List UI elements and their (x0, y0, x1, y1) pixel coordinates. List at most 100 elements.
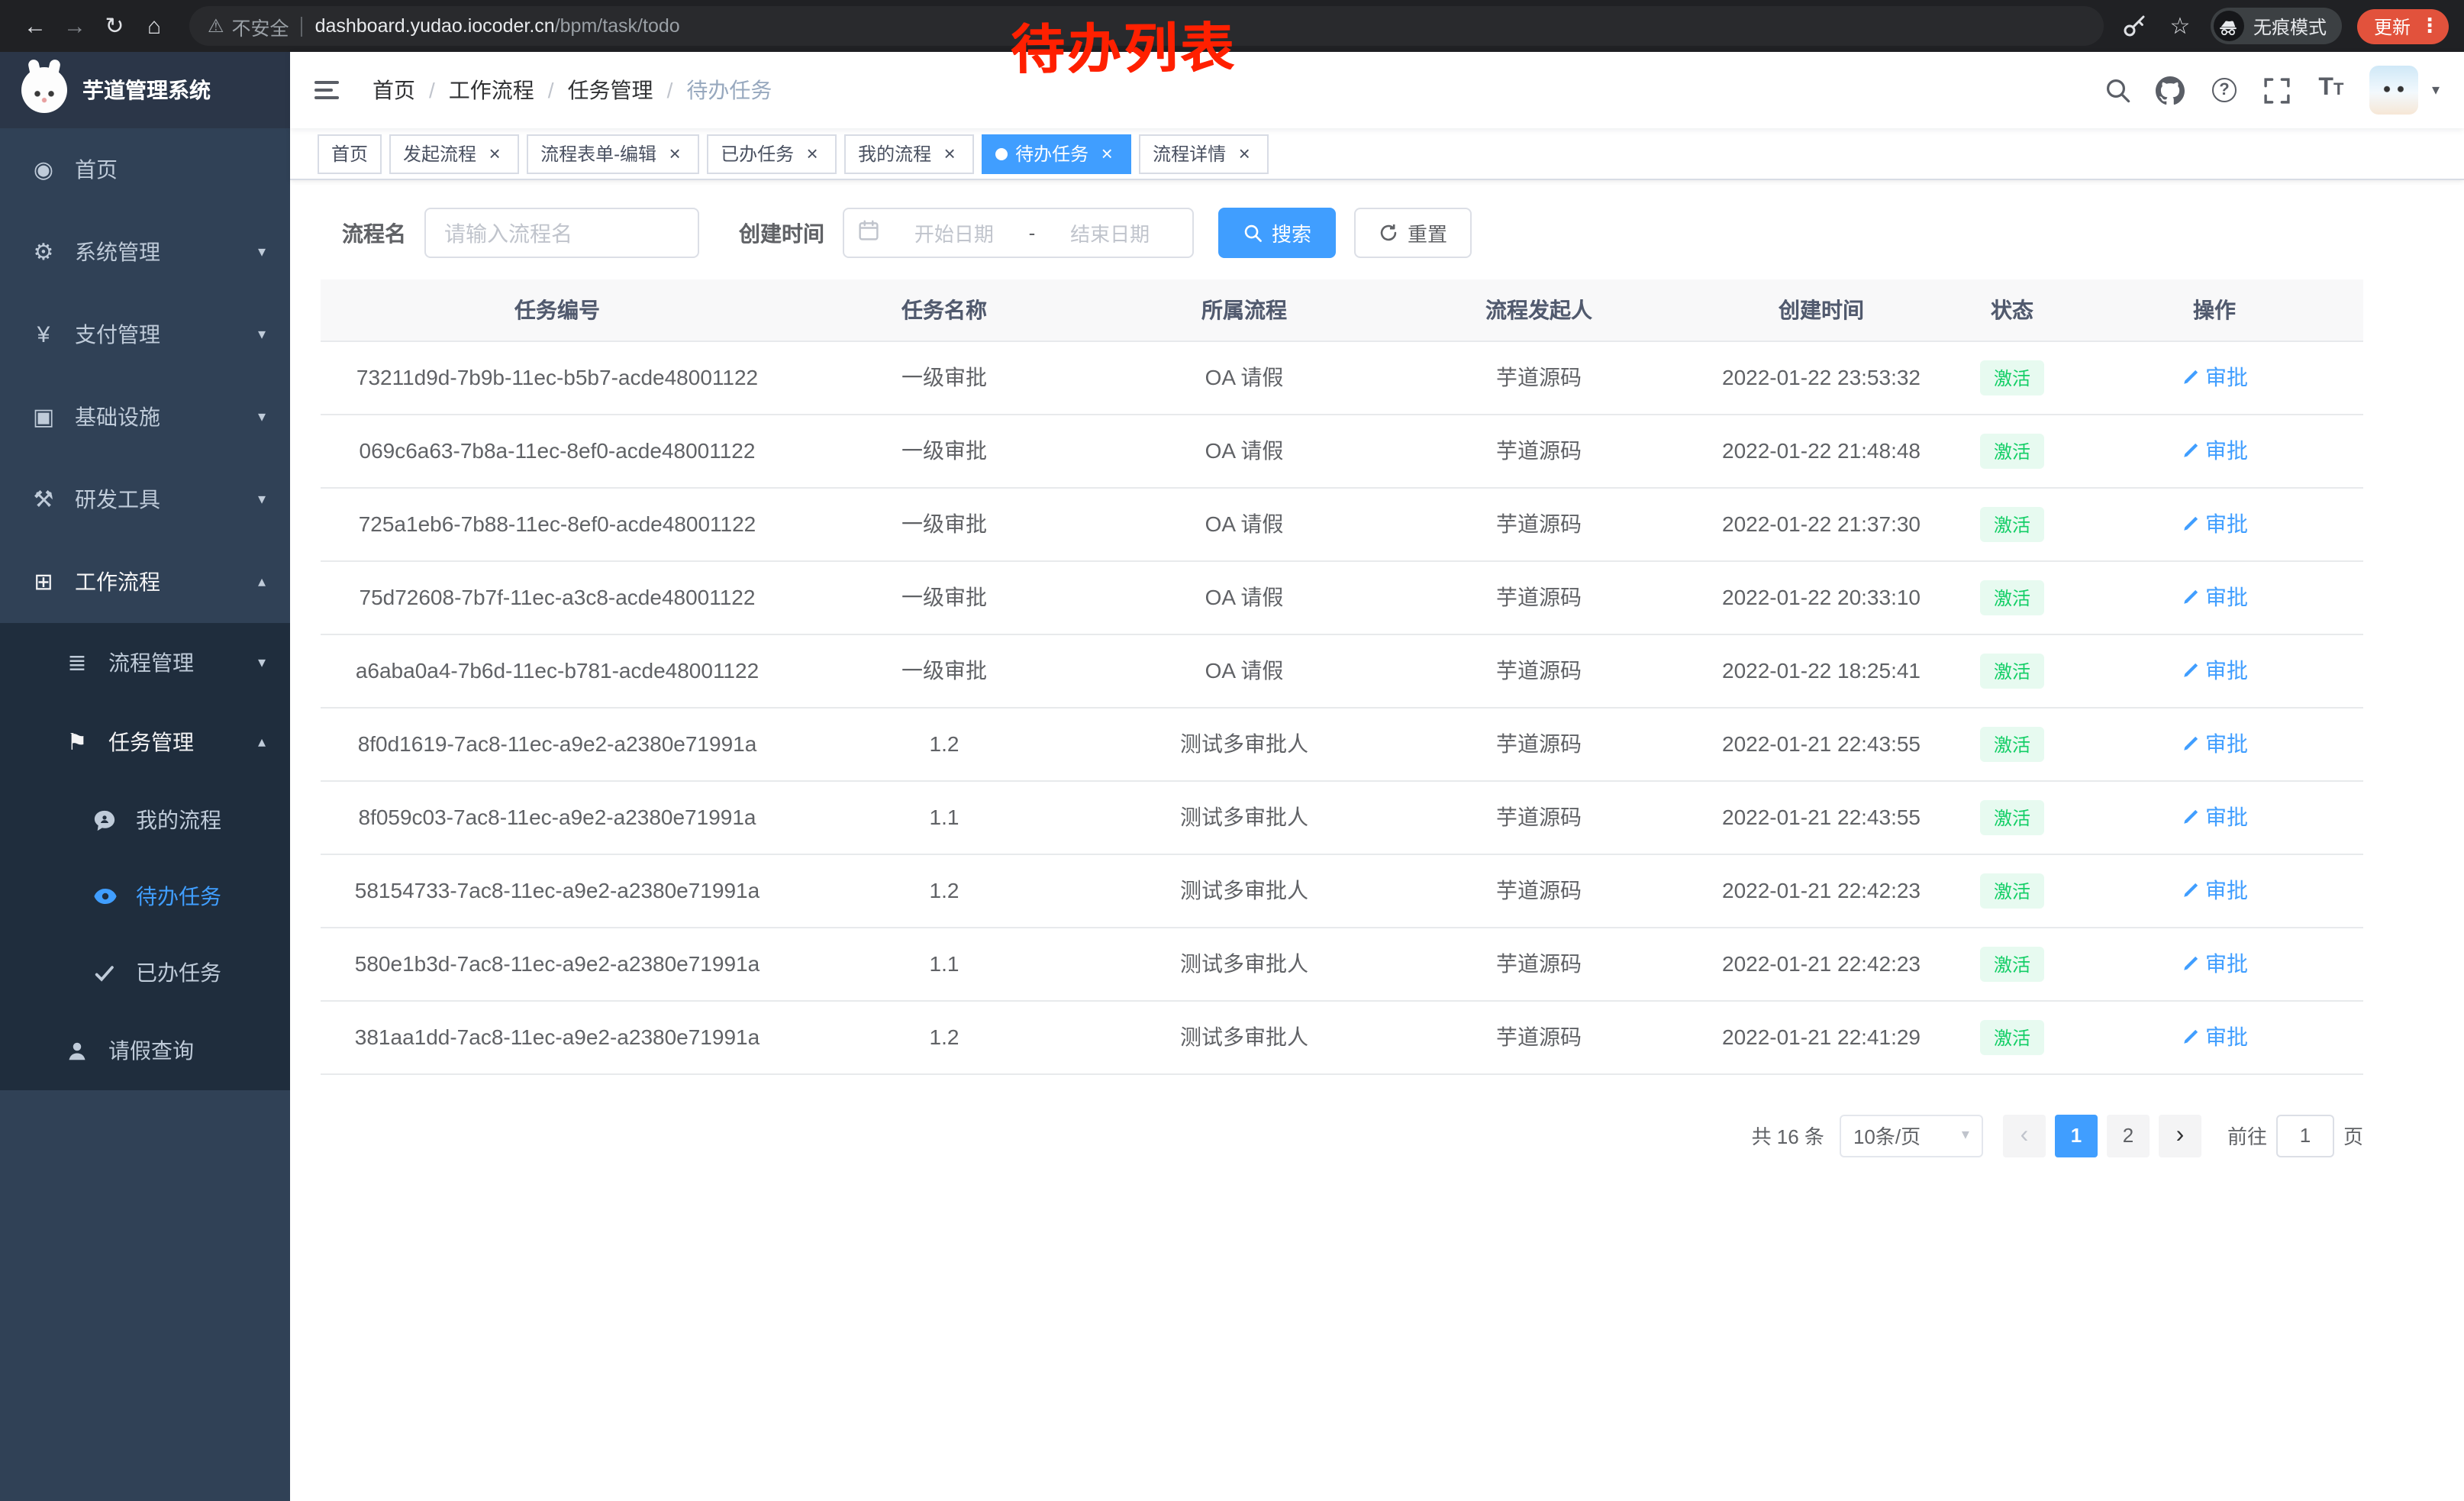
goto-page-input[interactable] (2276, 1114, 2334, 1157)
sidebar-item-done-tasks[interactable]: 已办任务 (0, 934, 290, 1011)
sidebar-item-home[interactable]: ◉ 首页 (0, 128, 290, 211)
not-secure-warning-icon: ⚠ (208, 15, 224, 37)
approve-link[interactable]: 审批 (2181, 728, 2248, 759)
user-avatar[interactable] (2369, 66, 2418, 115)
breadcrumb-task-management[interactable]: 任务管理 (568, 75, 653, 105)
dashboard-icon: ◉ (31, 156, 56, 183)
sidebar-item-label: 支付管理 (75, 319, 160, 350)
sidebar-item-infrastructure[interactable]: ▣ 基础设施 ▾ (0, 376, 290, 458)
approve-link[interactable]: 审批 (2181, 582, 2248, 612)
github-icon[interactable] (2156, 75, 2186, 105)
cell-created: 2022-01-21 22:43:55 (1684, 707, 1959, 780)
chevron-down-icon: ▾ (258, 654, 266, 671)
browser-back-icon[interactable]: ← (15, 6, 55, 46)
help-icon[interactable]: ? (2209, 75, 2240, 105)
search-button[interactable]: 搜索 (1218, 208, 1336, 258)
check-icon (92, 961, 118, 984)
cell-process: OA 请假 (1095, 341, 1394, 414)
tab-todo-tasks[interactable]: 待办任务 × (982, 134, 1131, 173)
tab-done-tasks[interactable]: 已办任务 × (707, 134, 837, 173)
cell-task-id: 73211d9d-7b9b-11ec-b5b7-acde48001122 (321, 341, 794, 414)
cell-process: OA 请假 (1095, 414, 1394, 487)
bookmark-star-icon[interactable]: ☆ (2165, 11, 2195, 41)
cell-process: 测试多审批人 (1095, 707, 1394, 780)
table-row: 580e1b3d-7ac8-11ec-a9e2-a2380e71991a 1.1… (321, 927, 2363, 1000)
approve-link[interactable]: 审批 (2181, 435, 2248, 466)
approve-link[interactable]: 审批 (2181, 802, 2248, 832)
sidebar-collapse-icon[interactable] (314, 75, 345, 105)
cell-task-id: 381aa1dd-7ac8-11ec-a9e2-a2380e71991a (321, 1000, 794, 1073)
approve-link[interactable]: 审批 (2181, 948, 2248, 979)
page-button-1[interactable]: 1 (2055, 1114, 2098, 1157)
sidebar-item-process-management[interactable]: ≣ 流程管理 ▾ (0, 623, 290, 702)
sidebar-item-devtools[interactable]: ⚒ 研发工具 ▾ (0, 458, 290, 541)
search-icon[interactable] (2102, 75, 2133, 105)
table-row: a6aba0a4-7b6d-11ec-b781-acde48001122 一级审… (321, 634, 2363, 707)
sidebar-item-label: 请假查询 (108, 1035, 194, 1066)
col-header-task-id: 任务编号 (321, 279, 794, 341)
browser-update-button[interactable]: 更新 ⋮ (2357, 8, 2449, 44)
sidebar-item-system[interactable]: ⚙ 系统管理 ▾ (0, 211, 290, 293)
approve-link[interactable]: 审批 (2181, 655, 2248, 686)
breadcrumb-workflow[interactable]: 工作流程 (449, 75, 534, 105)
cell-process: OA 请假 (1095, 560, 1394, 634)
close-icon[interactable]: × (801, 143, 823, 164)
infrastructure-icon: ▣ (31, 403, 56, 431)
app-logo-row[interactable]: 芋道管理系统 (0, 52, 290, 128)
cell-initiator: 芋道源码 (1394, 414, 1684, 487)
browser-menu-icon[interactable]: ⋮ (2420, 14, 2440, 38)
tab-my-processes[interactable]: 我的流程 × (844, 134, 974, 173)
browser-reload-icon[interactable]: ↻ (95, 6, 134, 46)
tab-process-detail[interactable]: 流程详情 × (1139, 134, 1269, 173)
start-date-placeholder: 开始日期 (885, 218, 1023, 247)
sidebar-item-payment[interactable]: ¥ 支付管理 ▾ (0, 293, 290, 376)
browser-forward-icon[interactable]: → (55, 6, 95, 46)
approve-link[interactable]: 审批 (2181, 362, 2248, 392)
sidebar-item-label: 流程管理 (108, 647, 194, 678)
sidebar-item-task-management[interactable]: ⚑ 任务管理 ▴ (0, 702, 290, 782)
avatar-caret-down-icon[interactable]: ▾ (2432, 82, 2440, 98)
approve-link[interactable]: 审批 (2181, 508, 2248, 539)
font-size-icon[interactable]: TT (2316, 75, 2346, 105)
cell-task-id: 725a1eb6-7b88-11ec-8ef0-acde48001122 (321, 487, 794, 560)
red-annotation: 待办列表 (1010, 5, 1237, 85)
next-page-button[interactable]: › (2159, 1114, 2201, 1157)
browser-home-icon[interactable]: ⌂ (134, 6, 174, 46)
close-icon[interactable]: × (484, 143, 505, 164)
cell-initiator: 芋道源码 (1394, 707, 1684, 780)
sidebar-item-my-processes[interactable]: 我的流程 (0, 782, 290, 858)
page-button-2[interactable]: 2 (2107, 1114, 2150, 1157)
process-name-input[interactable] (424, 208, 699, 258)
chevron-up-icon: ▴ (258, 734, 266, 750)
breadcrumb-separator: / (429, 78, 435, 102)
tab-home[interactable]: 首页 (318, 134, 382, 173)
date-range-picker[interactable]: 开始日期 - 结束日期 (843, 208, 1194, 258)
close-icon[interactable]: × (664, 143, 685, 164)
cell-created: 2022-01-22 20:33:10 (1684, 560, 1959, 634)
close-icon[interactable]: × (939, 143, 960, 164)
tab-process-form-edit[interactable]: 流程表单-编辑 × (527, 134, 699, 173)
calendar-icon (858, 220, 879, 246)
screen: ← → ↻ ⌂ ⚠ 不安全 dashboard.yudao.iocoder.cn… (0, 0, 2464, 1501)
close-icon[interactable]: × (1234, 143, 1255, 164)
status-badge: 激活 (1980, 360, 2044, 395)
tab-start-process[interactable]: 发起流程 × (389, 134, 519, 173)
sidebar-item-leave-query[interactable]: 请假查询 (0, 1011, 290, 1090)
prev-page-button[interactable]: ‹ (2003, 1114, 2046, 1157)
password-key-icon[interactable] (2119, 11, 2150, 41)
page-buttons: ‹ 1 2 › (1998, 1114, 2206, 1157)
breadcrumb-home[interactable]: 首页 (373, 75, 415, 105)
fullscreen-icon[interactable] (2262, 75, 2293, 105)
sidebar-item-workflow[interactable]: ⊞ 工作流程 ▴ (0, 541, 290, 623)
end-date-placeholder: 结束日期 (1041, 218, 1179, 247)
sidebar-item-todo-tasks[interactable]: 待办任务 (0, 858, 290, 934)
breadcrumb-current: 待办任务 (686, 75, 772, 105)
page-size-select[interactable]: 10条/页 ▾ (1840, 1114, 1983, 1157)
approve-link[interactable]: 审批 (2181, 875, 2248, 905)
process-name-label: 流程名 (342, 218, 406, 248)
cell-initiator: 芋道源码 (1394, 634, 1684, 707)
cell-task-name: 一级审批 (794, 414, 1095, 487)
close-icon[interactable]: × (1096, 143, 1118, 164)
reset-button[interactable]: 重置 (1354, 208, 1472, 258)
approve-link[interactable]: 审批 (2181, 1022, 2248, 1052)
